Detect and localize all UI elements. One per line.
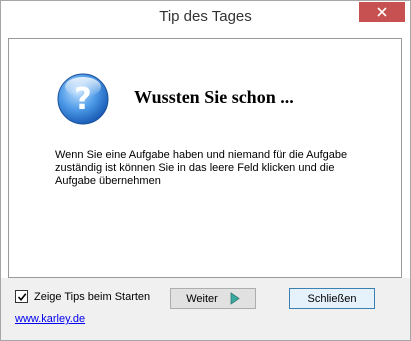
window-close-button[interactable] xyxy=(359,2,405,22)
window-title: Tip des Tages xyxy=(159,8,252,25)
play-arrow-icon xyxy=(230,292,240,305)
dialog-body: ? Wussten Sie schon ... Wenn Sie eine Au… xyxy=(1,32,410,340)
close-icon xyxy=(377,7,387,17)
title-bar[interactable]: Tip des Tages xyxy=(1,1,410,32)
show-tips-checkbox-row[interactable]: Zeige Tips beim Starten xyxy=(15,290,150,303)
close-button[interactable]: Schließen xyxy=(289,288,375,309)
show-tips-checkbox[interactable] xyxy=(15,290,28,303)
tip-text: Wenn Sie eine Aufgabe haben und niemand … xyxy=(55,149,348,187)
checkmark-icon xyxy=(17,292,26,301)
next-button[interactable]: Weiter xyxy=(170,288,256,309)
dialog-window: Tip des Tages ? Wussten Sie schon ... We… xyxy=(0,0,411,341)
website-link[interactable]: www.karley.de xyxy=(15,313,85,325)
tip-panel: ? Wussten Sie schon ... Wenn Sie eine Au… xyxy=(8,38,402,278)
next-button-label: Weiter xyxy=(186,292,218,305)
tip-heading: Wussten Sie schon ... xyxy=(134,87,294,107)
show-tips-label[interactable]: Zeige Tips beim Starten xyxy=(34,291,150,303)
question-icon: ? xyxy=(57,73,109,125)
dialog-footer: Zeige Tips beim Starten www.karley.de We… xyxy=(1,278,410,340)
svg-text:?: ? xyxy=(74,82,91,117)
